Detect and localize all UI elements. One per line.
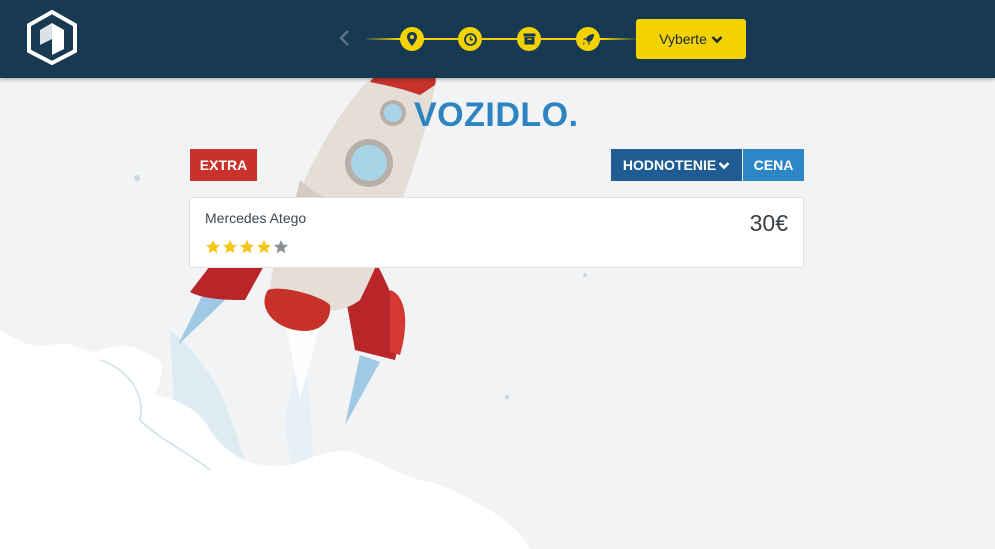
star-empty-icon (274, 240, 288, 254)
star-filled-icon (257, 240, 271, 254)
sort-price-button[interactable]: CENA (743, 149, 804, 181)
clock-icon (463, 32, 477, 46)
sort-rating-button[interactable]: HODNOTENIE (611, 149, 742, 181)
step-cargo[interactable] (517, 27, 541, 51)
chevron-down-icon (711, 35, 723, 43)
progress-steps (366, 24, 636, 54)
vehicle-name: Mercedes Atego (205, 210, 307, 226)
rocket-body (270, 65, 436, 311)
flame-center (285, 320, 320, 400)
brand-logo[interactable] (26, 9, 78, 65)
select-dropdown-button[interactable]: Vyberte (636, 19, 746, 59)
vehicle-price: 30€ (749, 210, 788, 236)
select-label: Vyberte (659, 31, 707, 47)
rating-stars (205, 239, 289, 255)
archive-box-icon (523, 33, 535, 45)
step-time[interactable] (458, 27, 482, 51)
map-pin-icon (407, 32, 417, 46)
star-filled-icon (240, 240, 254, 254)
sort-rating-label: HODNOTENIE (622, 157, 717, 173)
star-filled-icon (206, 240, 220, 254)
rocket-illustration (0, 65, 587, 549)
rocket-icon (582, 33, 594, 45)
back-chevron-icon[interactable] (338, 28, 352, 48)
chevron-down-icon (718, 161, 730, 169)
step-location[interactable] (400, 27, 424, 51)
step-vehicle[interactable] (576, 27, 600, 51)
cloud-smoke (0, 330, 530, 549)
page-title: VOZIDLO. (414, 96, 579, 134)
extra-filter-button[interactable]: EXTRA (190, 149, 257, 181)
top-navbar: Vyberte (0, 0, 995, 78)
flame-right (345, 355, 380, 425)
star-filled-icon (223, 240, 237, 254)
vehicle-card[interactable]: Mercedes Atego 30€ (189, 197, 804, 268)
